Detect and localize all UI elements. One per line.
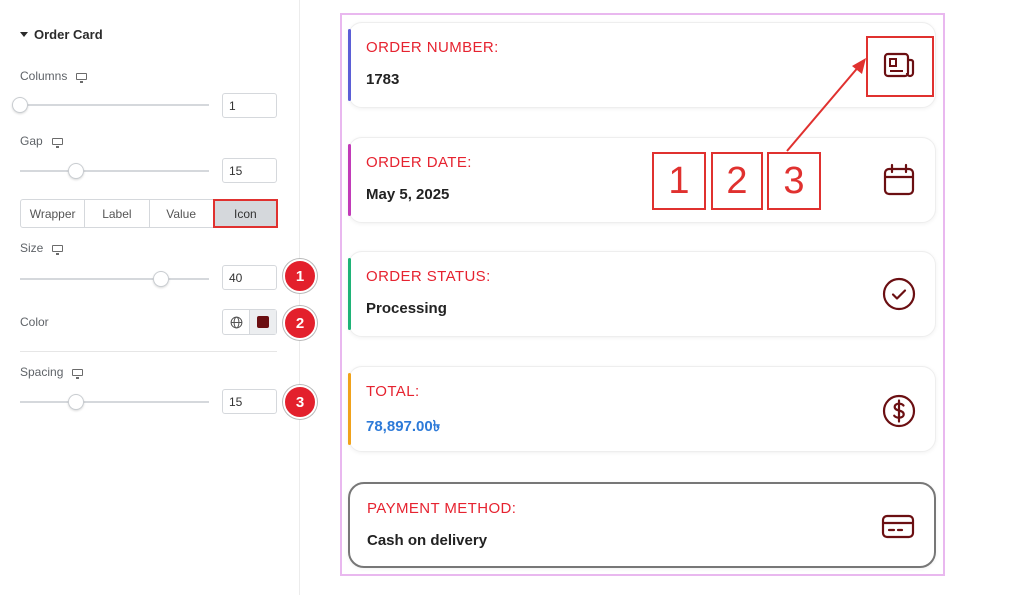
- gap-slider-track[interactable]: [20, 170, 209, 172]
- spacing-input[interactable]: 15: [222, 389, 277, 414]
- spacing-label: Spacing: [20, 365, 64, 379]
- calendar-icon: [883, 163, 915, 196]
- gap-input[interactable]: 15: [222, 158, 277, 183]
- desktop-icon[interactable]: [72, 368, 84, 379]
- card-value: 78,897.00৳: [366, 418, 441, 435]
- annotation-arrow: [786, 58, 866, 152]
- card-value: Cash on delivery: [367, 532, 488, 549]
- annotation-badge-3: 3: [283, 385, 317, 419]
- tab-label[interactable]: Label: [85, 200, 150, 227]
- desktop-icon[interactable]: [52, 244, 64, 255]
- card-label: ORDER STATUS:: [366, 268, 491, 285]
- card-value: Processing: [366, 300, 447, 317]
- size-slider-handle[interactable]: [153, 271, 169, 287]
- annotation-badge-1: 1: [283, 259, 317, 293]
- dollar-circle-icon: [882, 394, 916, 428]
- gap-label-row: Gap: [20, 134, 63, 148]
- size-label-row: Size: [20, 241, 64, 255]
- card-label: PAYMENT METHOD:: [367, 500, 517, 517]
- desktop-icon[interactable]: [76, 72, 88, 83]
- check-circle-icon: [882, 277, 916, 311]
- globe-icon: [230, 316, 242, 328]
- columns-label-row: Columns: [20, 69, 88, 83]
- total-card: TOTAL: 78,897.00৳: [348, 366, 936, 452]
- spacing-slider-handle[interactable]: [68, 394, 84, 410]
- tab-wrapper[interactable]: Wrapper: [21, 200, 86, 227]
- annotation-badge-2: 2: [283, 306, 317, 340]
- annotation-box-3: 3: [767, 152, 821, 210]
- size-slider-track[interactable]: [20, 278, 209, 280]
- divider: [20, 351, 277, 352]
- spacing-label-row: Spacing: [20, 365, 84, 379]
- columns-label: Columns: [20, 69, 68, 83]
- card-label: TOTAL:: [366, 383, 420, 400]
- card-value: 1783: [366, 71, 400, 88]
- size-input[interactable]: 40: [222, 265, 277, 290]
- annotation-box-1: 1: [652, 152, 706, 210]
- color-control: [222, 309, 277, 335]
- section-header-order-card[interactable]: Order Card: [20, 27, 103, 42]
- columns-slider-track[interactable]: [20, 104, 209, 106]
- caret-down-icon: [20, 32, 28, 37]
- spacing-slider-track[interactable]: [20, 401, 209, 403]
- global-colors-button[interactable]: [223, 310, 249, 334]
- columns-slider-handle[interactable]: [12, 97, 28, 113]
- desktop-icon[interactable]: [51, 137, 63, 148]
- card-accent: [348, 144, 351, 216]
- color-picker-button[interactable]: [249, 310, 276, 334]
- card-accent: [348, 373, 351, 445]
- gap-label: Gap: [20, 134, 43, 148]
- credit-card-icon: [881, 514, 915, 539]
- section-title: Order Card: [34, 27, 103, 42]
- card-label: ORDER DATE:: [366, 154, 472, 171]
- gap-slider-handle[interactable]: [68, 163, 84, 179]
- payment-method-card: PAYMENT METHOD: Cash on delivery: [348, 482, 936, 568]
- card-accent: [348, 258, 351, 330]
- columns-input[interactable]: 1: [222, 93, 277, 118]
- tab-icon[interactable]: Icon: [212, 199, 279, 228]
- card-label: ORDER NUMBER:: [366, 39, 499, 56]
- color-swatch: [257, 316, 269, 328]
- size-label: Size: [20, 241, 44, 255]
- color-label: Color: [20, 315, 49, 329]
- annotation-box-2: 2: [711, 152, 763, 210]
- card-value: May 5, 2025: [366, 186, 450, 203]
- settings-panel: Order Card Columns 1 Gap 15 Wrapper Labe…: [0, 0, 300, 595]
- icon-highlight-box: [866, 36, 934, 97]
- style-tabs: Wrapper Label Value Icon: [20, 199, 279, 228]
- order-status-card: ORDER STATUS: Processing: [348, 251, 936, 337]
- color-label-row: Color: [20, 315, 49, 329]
- tab-value[interactable]: Value: [150, 200, 214, 227]
- card-accent: [348, 29, 351, 101]
